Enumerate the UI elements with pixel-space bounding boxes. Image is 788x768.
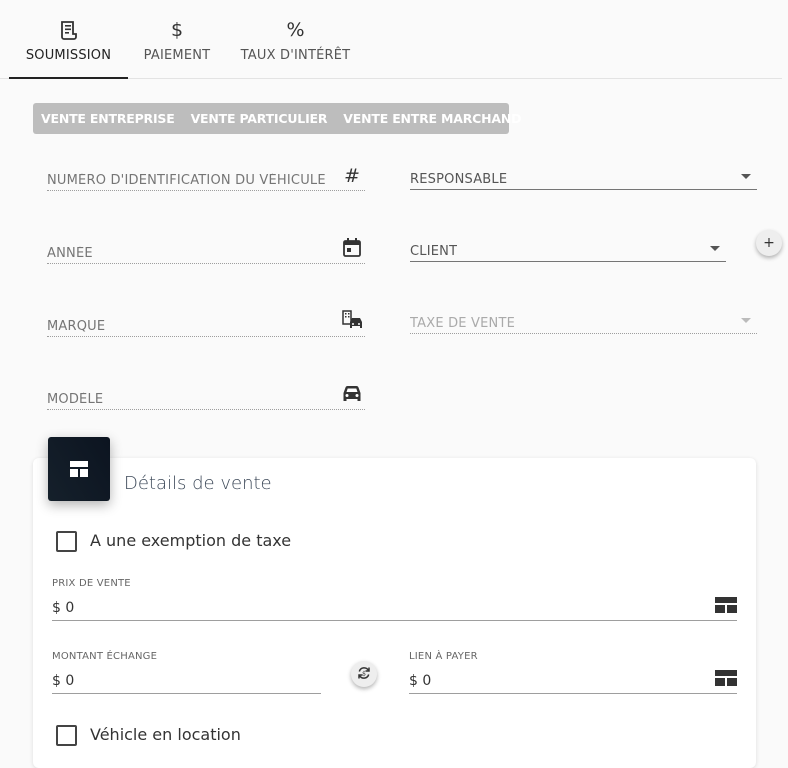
- sale-type-business-button[interactable]: VENTE ENTREPRISE: [33, 111, 183, 126]
- trade-in-field[interactable]: MONTANT ÉCHANGE $ 0: [52, 651, 321, 694]
- tab-label: TAUX D'INTÉRÊT: [240, 48, 351, 63]
- responsible-label: RESPONSABLE: [410, 172, 508, 187]
- percent-icon: %: [286, 19, 305, 41]
- year-label: ANNÉE: [47, 246, 93, 261]
- sale-type-dealer-button[interactable]: VENTE ENTRE MARCHAND: [335, 111, 529, 126]
- car-dealership-icon: [341, 309, 363, 331]
- tab-label: SOUMISSION: [25, 48, 112, 63]
- leased-vehicle-checkbox[interactable]: [56, 725, 77, 746]
- chevron-down-icon: [710, 246, 720, 251]
- tab-taux-interet[interactable]: % TAUX D'INTÉRÊT: [236, 0, 355, 78]
- lien-label: LIEN À PAYER: [409, 651, 478, 662]
- sale-price-value: $ 0: [52, 600, 75, 616]
- model-label: MODÈLE: [47, 392, 104, 407]
- table-icon[interactable]: [715, 670, 737, 688]
- vin-label: NUMÉRO D'IDENTIFICATION DU VÉHICULE: [47, 173, 326, 188]
- make-label: MARQUE: [47, 319, 106, 334]
- sale-details-title: Détails de vente: [124, 473, 272, 494]
- client-label: CLIENT: [410, 244, 458, 259]
- table-icon: [48, 437, 110, 501]
- sales-tax-select[interactable]: TAXE DE VENTE: [410, 309, 757, 334]
- responsible-select[interactable]: RESPONSABLE: [410, 165, 757, 190]
- lien-value: $ 0: [409, 673, 432, 689]
- chevron-down-icon: [741, 174, 751, 179]
- tax-exemption-label: A une exemption de taxe: [90, 531, 292, 550]
- tab-paiement[interactable]: $ PAIEMENT: [135, 0, 219, 78]
- tab-bar: SOUMISSION $ PAIEMENT % TAUX D'INTÉRÊT: [0, 0, 782, 79]
- sale-type-group: VENTE ENTREPRISE VENTE PARTICULIER VENTE…: [33, 103, 522, 134]
- tax-exemption-checkbox[interactable]: [56, 531, 77, 552]
- chevron-down-icon: [741, 318, 751, 323]
- refresh-dollar-icon: $: [357, 665, 371, 684]
- model-field[interactable]: MODÈLE: [47, 385, 365, 410]
- calendar-icon: [341, 236, 363, 258]
- receipt-icon: [57, 18, 81, 42]
- sale-type-individual-button[interactable]: VENTE PARTICULIER: [183, 111, 336, 126]
- car-icon: [341, 382, 363, 404]
- lien-field[interactable]: LIEN À PAYER $ 0: [409, 651, 737, 694]
- add-client-button[interactable]: +: [756, 230, 782, 256]
- sale-price-field[interactable]: PRIX DE VENTE $ 0: [52, 578, 737, 621]
- vin-field[interactable]: NUMÉRO D'IDENTIFICATION DU VÉHICULE #: [47, 165, 365, 191]
- sale-price-label: PRIX DE VENTE: [52, 578, 131, 589]
- tab-label: PAIEMENT: [143, 48, 211, 63]
- trade-in-value: $ 0: [52, 673, 75, 689]
- make-field[interactable]: MARQUE: [47, 309, 365, 337]
- table-icon[interactable]: [715, 597, 737, 615]
- client-select[interactable]: CLIENT: [410, 237, 726, 262]
- sales-tax-label: TAXE DE VENTE: [410, 316, 516, 331]
- trade-in-label: MONTANT ÉCHANGE: [52, 651, 158, 662]
- svg-text:$: $: [362, 670, 366, 677]
- tab-soumission[interactable]: SOUMISSION: [9, 0, 128, 79]
- leased-vehicle-label: Véhicle en location: [90, 725, 241, 744]
- dollar-icon: $: [170, 19, 184, 41]
- year-field[interactable]: ANNÉE: [47, 236, 365, 264]
- swap-button[interactable]: $: [351, 661, 377, 687]
- hash-icon: #: [344, 165, 360, 187]
